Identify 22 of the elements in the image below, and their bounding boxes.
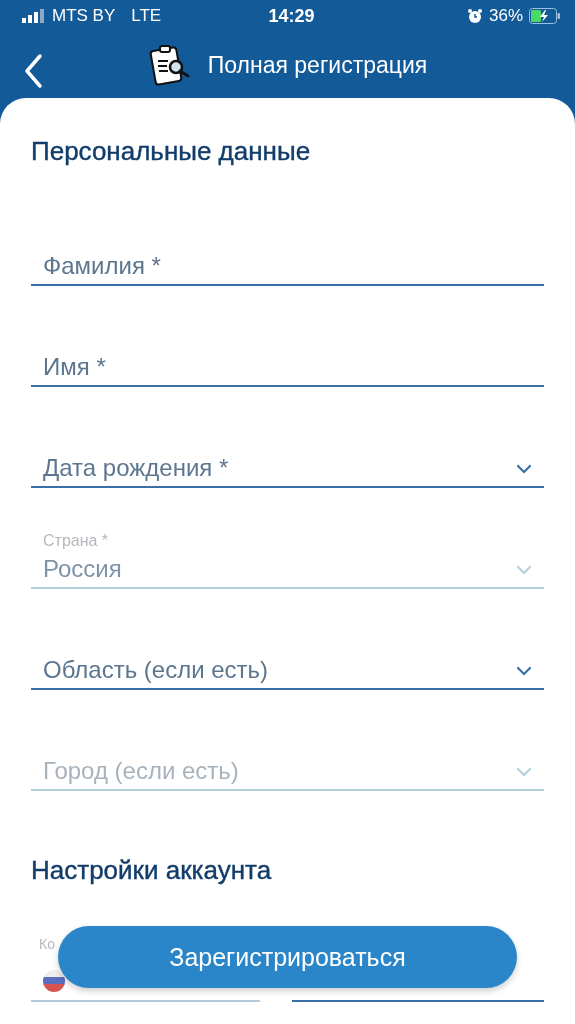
select-field[interactable]: Область (если есть): [31, 631, 544, 690]
battery-charging-icon: [529, 8, 561, 24]
network-type: LTE: [131, 6, 162, 26]
register-button[interactable]: Зарегистрироваться: [58, 926, 517, 988]
clipboard-magnifier-icon: [147, 43, 192, 87]
field-label: Ко: [39, 936, 55, 952]
clock: 14:29: [268, 5, 315, 26]
alarm-icon: [467, 8, 483, 24]
select-field[interactable]: Дата рождения *: [31, 429, 544, 488]
chevron-down-icon: [516, 767, 532, 777]
page-title: Полная регистрация: [207, 51, 428, 79]
signal-icon: [22, 9, 46, 23]
chevron-down-icon: [516, 464, 532, 474]
battery-percent: 36%: [489, 6, 523, 26]
chevron-down-icon: [516, 565, 532, 575]
section-title: Персональные данные: [31, 136, 312, 167]
chevron-down-icon: [516, 666, 532, 676]
section-title: Настройки аккаунта: [31, 855, 273, 886]
input-field[interactable]: Фамилия *: [31, 227, 544, 286]
input-field[interactable]: Имя *: [31, 328, 544, 387]
carrier-name: MTS BY: [52, 6, 116, 26]
flag-icon: [43, 970, 65, 992]
